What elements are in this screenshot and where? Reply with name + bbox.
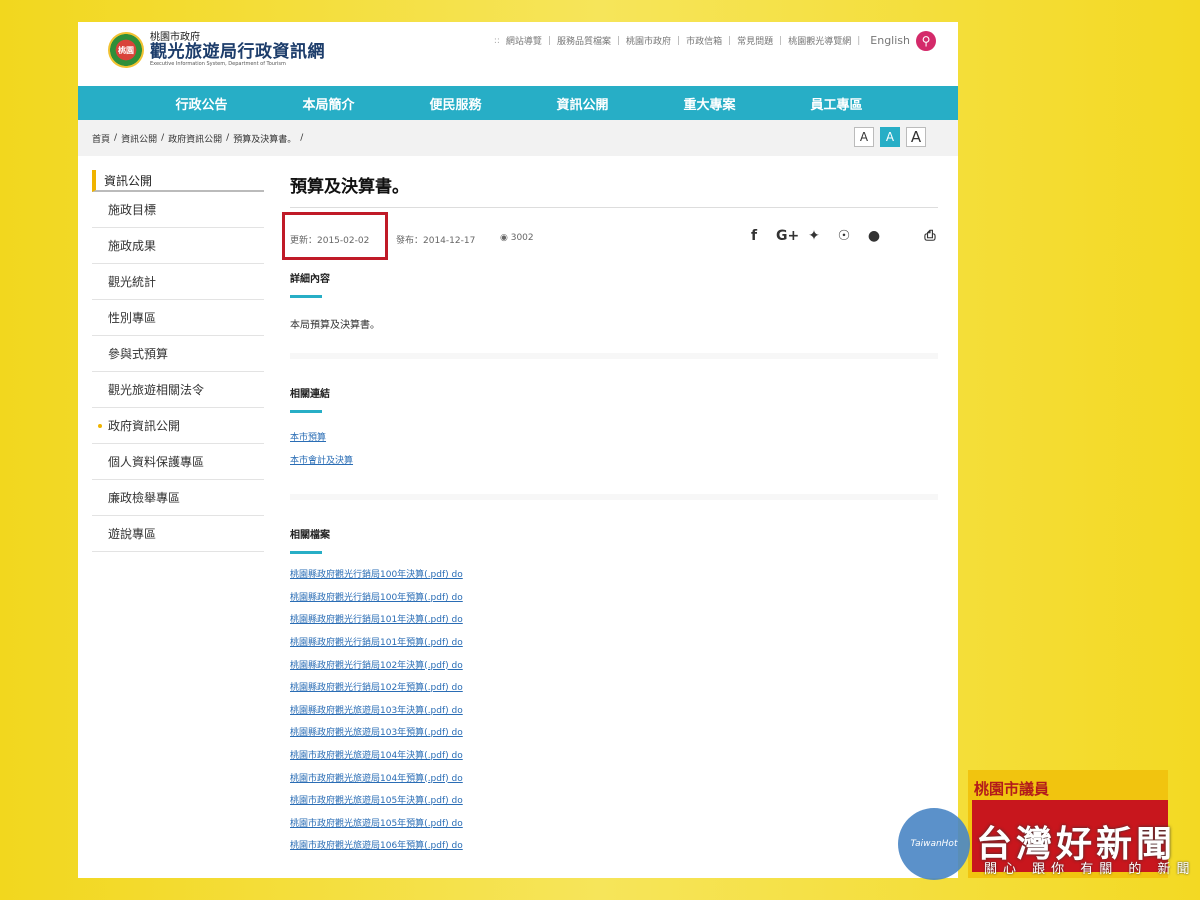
- top-links: :: 網站導覽 | 服務品質檔案 | 桃園市政府 | 市政信箱 | 常見問題 | 桃園觀光…: [493, 34, 910, 47]
- breadcrumb-item[interactable]: 首頁: [92, 132, 110, 145]
- file-link[interactable]: 桃園市政府觀光旅遊局105年決算(.pdf) do: [290, 790, 938, 813]
- file-link[interactable]: 桃園縣政府觀光行銷局100年決算(.pdf) do: [290, 564, 938, 587]
- twitter-icon[interactable]: ✦: [806, 228, 822, 244]
- top-link[interactable]: 桃園觀光導覽網: [788, 34, 851, 47]
- file-link[interactable]: 桃園縣政府觀光行銷局102年預算(.pdf) do: [290, 677, 938, 700]
- weibo-icon[interactable]: ☉: [836, 228, 852, 244]
- sidebar-item[interactable]: 觀光統計: [92, 264, 264, 300]
- file-link[interactable]: 桃園縣政府觀光行銷局101年預算(.pdf) do: [290, 632, 938, 655]
- top-link[interactable]: 常見問題: [737, 34, 773, 47]
- logo-english: Executive Information System, Department…: [150, 60, 286, 67]
- sidebar-item[interactable]: 廉政檢舉專區: [92, 480, 264, 516]
- watermark-slogan: 關心 跟你 有關 的 新聞: [984, 862, 1196, 877]
- file-link[interactable]: 桃園縣政府觀光旅遊局103年決算(.pdf) do: [290, 700, 938, 723]
- sidebar-heading: 資訊公開: [92, 170, 264, 192]
- nav-item-projects[interactable]: 重大專案: [646, 94, 773, 113]
- view-count: ◉ 3002: [500, 233, 534, 243]
- font-size-large-button[interactable]: A: [906, 127, 926, 147]
- file-link[interactable]: 桃園縣政府觀光行銷局101年決算(.pdf) do: [290, 609, 938, 632]
- share-buttons: f G+ ✦ ☉ ● ⎙: [746, 228, 938, 244]
- google-plus-icon[interactable]: G+: [776, 228, 799, 244]
- section-underline: [290, 295, 322, 298]
- main-content: 預算及決算書。 更新：2015-02-02 發布：2014-12-17 ◉ 30…: [282, 170, 938, 858]
- sidebar-item[interactable]: 參與式預算: [92, 336, 264, 372]
- top-link[interactable]: 服務品質檔案: [557, 34, 611, 47]
- logo-site-name: 觀光旅遊局行政資訊網: [150, 41, 325, 62]
- watermark-logo: TaiwanHot: [898, 808, 970, 880]
- eye-icon: ◉: [500, 233, 508, 243]
- section-underline: [290, 410, 322, 413]
- nav-item-announcements[interactable]: 行政公告: [138, 94, 265, 113]
- file-link[interactable]: 桃園市政府觀光旅遊局106年預算(.pdf) do: [290, 835, 938, 858]
- language-link[interactable]: English: [870, 34, 910, 47]
- file-list: 桃園縣政府觀光行銷局100年決算(.pdf) do 桃園縣政府觀光行銷局100年…: [290, 564, 938, 858]
- published-date: 發布：2014-12-17: [396, 236, 476, 246]
- nav-item-services[interactable]: 便民服務: [392, 94, 519, 113]
- top-link[interactable]: 網站導覽: [506, 34, 542, 47]
- main-nav: 行政公告 本局簡介 便民服務 資訊公開 重大專案 員工專區: [78, 86, 958, 120]
- sidebar-item[interactable]: 施政成果: [92, 228, 264, 264]
- sidebar: 資訊公開 施政目標 施政成果 觀光統計 性別專區 參與式預算 觀光旅遊相關法令 …: [92, 170, 264, 552]
- site-logo[interactable]: 桃園 桃園市政府 觀光旅遊局行政資訊網 Executive Informatio…: [108, 32, 325, 68]
- file-link[interactable]: 桃園市政府觀光旅遊局104年預算(.pdf) do: [290, 768, 938, 791]
- ad-title: 桃園市議員: [974, 780, 1050, 798]
- nav-item-disclosure[interactable]: 資訊公開: [519, 94, 646, 113]
- sidebar-item[interactable]: 遊說專區: [92, 516, 264, 552]
- file-link[interactable]: 桃園市政府觀光旅遊局104年決算(.pdf) do: [290, 745, 938, 768]
- font-size-medium-button[interactable]: A: [880, 127, 900, 147]
- breadcrumb-item[interactable]: 政府資訊公開: [168, 132, 222, 145]
- font-size-small-button[interactable]: A: [854, 127, 874, 147]
- top-link[interactable]: 桃園市政府: [626, 34, 671, 47]
- detail-text: 本局預算及決算書。: [290, 320, 380, 331]
- font-size-controls: A A A: [854, 127, 926, 147]
- sidebar-item[interactable]: 個人資料保護專區: [92, 444, 264, 480]
- site-header: 桃園 桃園市政府 觀光旅遊局行政資訊網 Executive Informatio…: [78, 22, 958, 84]
- search-icon: ⚲: [921, 34, 931, 48]
- print-icon[interactable]: ⎙: [922, 228, 938, 244]
- city-seal-icon: 桃園: [108, 32, 144, 68]
- sidebar-item[interactable]: 觀光旅遊相關法令: [92, 372, 264, 408]
- page-title: 預算及決算書。: [290, 170, 938, 208]
- section-underline: [290, 551, 322, 555]
- file-link[interactable]: 桃園縣政府觀光旅遊局103年預算(.pdf) do: [290, 722, 938, 745]
- nav-item-staff[interactable]: 員工專區: [773, 94, 900, 113]
- updated-date: 更新：2015-02-02: [290, 236, 370, 246]
- file-link[interactable]: 桃園縣政府觀光行銷局100年預算(.pdf) do: [290, 587, 938, 610]
- related-files-heading: 相關檔案: [290, 530, 330, 542]
- divider: [290, 494, 938, 501]
- file-link[interactable]: 桃園市政府觀光旅遊局105年預算(.pdf) do: [290, 813, 938, 836]
- related-link[interactable]: 本市預算: [290, 427, 938, 450]
- detail-heading: 詳細內容: [290, 274, 330, 285]
- article-meta: 更新：2015-02-02 發布：2014-12-17 ◉ 3002 f G+ …: [282, 208, 938, 264]
- search-button[interactable]: ⚲: [916, 31, 936, 51]
- breadcrumb-item[interactable]: 資訊公開: [121, 132, 157, 145]
- breadcrumb: 首頁 / 資訊公開 / 政府資訊公開 / 預算及決算書。 / A A A: [78, 120, 958, 156]
- related-links-heading: 相關連結: [290, 389, 330, 400]
- top-link[interactable]: 市政信箱: [686, 34, 722, 47]
- sidebar-item[interactable]: 性別專區: [92, 300, 264, 336]
- line-icon[interactable]: ●: [866, 228, 882, 244]
- facebook-icon[interactable]: f: [746, 228, 762, 244]
- related-link[interactable]: 本市會計及決算: [290, 450, 938, 473]
- breadcrumb-item[interactable]: 預算及決算書。: [233, 132, 296, 145]
- sidebar-item-active[interactable]: 政府資訊公開: [92, 408, 264, 444]
- webpage: 桃園 桃園市政府 觀光旅遊局行政資訊網 Executive Informatio…: [78, 22, 958, 878]
- file-link[interactable]: 桃園縣政府觀光行銷局102年決算(.pdf) do: [290, 655, 938, 678]
- sidebar-item[interactable]: 施政目標: [92, 192, 264, 228]
- divider: [290, 353, 938, 359]
- nav-item-about[interactable]: 本局簡介: [265, 94, 392, 113]
